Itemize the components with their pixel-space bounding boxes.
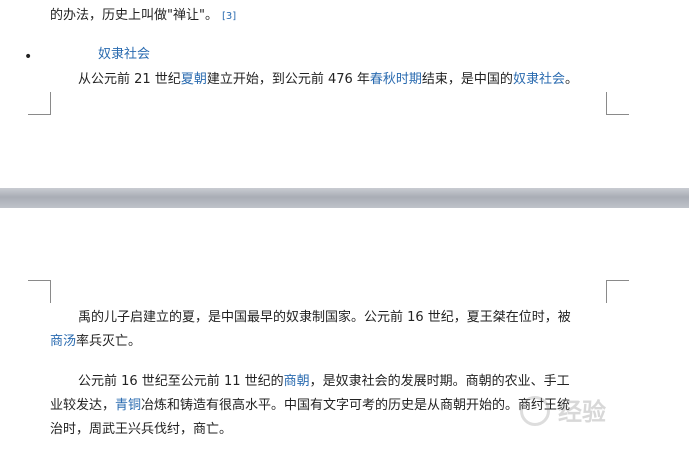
bronze-link[interactable]: 青铜 bbox=[115, 398, 141, 413]
paragraph-line: 禹的儿子启建立的夏，是中国最早的奴隶制国家。公元前 16 世纪，夏王桀在位时，被 bbox=[78, 310, 571, 325]
shang-dynasty-link[interactable]: 商朝 bbox=[284, 374, 310, 389]
document-page-top: 的办法，历史上叫做"禅让"。 [3] • 奴隶社会 从公元前 21 世纪夏朝建立开… bbox=[0, 0, 689, 188]
citation-link[interactable]: [3] bbox=[222, 11, 236, 22]
paragraph-line: 业较发达，青铜冶炼和铸造有很高水平。中国有文字可考的历史是从商朝开始的。商纣王统 bbox=[50, 396, 570, 416]
section-heading-link[interactable]: 奴隶社会 bbox=[98, 45, 150, 65]
paragraph-line: 商汤率兵灭亡。 bbox=[50, 332, 141, 352]
paragraph-text: 建立开始，到公元前 476 年 bbox=[206, 72, 370, 87]
watermark-logo-icon bbox=[520, 396, 550, 426]
xia-dynasty-link[interactable]: 夏朝 bbox=[181, 72, 207, 87]
carry-over-line: 的办法，历史上叫做"禅让"。 [3] bbox=[50, 6, 236, 27]
crop-mark-icon bbox=[606, 280, 629, 303]
bullet-icon: • bbox=[24, 49, 33, 65]
watermark: 经验 bbox=[520, 392, 689, 432]
carry-over-text: 的办法，历史上叫做"禅让"。 bbox=[50, 8, 218, 23]
paragraph-text: 业较发达， bbox=[50, 398, 116, 413]
paragraph-line: 公元前 16 世纪至公元前 11 世纪的商朝，是奴隶社会的发展时期。商朝的农业、… bbox=[78, 372, 570, 392]
paragraph-text: 结束，是中国的 bbox=[421, 72, 513, 87]
paragraph-text: 冶炼和铸造有很高水平。中国有文字可考的历史是从商朝开始的。商纣王统 bbox=[141, 398, 571, 413]
intro-paragraph: 从公元前 21 世纪夏朝建立开始，到公元前 476 年春秋时期结束，是中国的奴隶… bbox=[78, 70, 578, 90]
paragraph-text: 从公元前 21 世纪 bbox=[78, 72, 181, 87]
paragraph-text: 。 bbox=[564, 72, 578, 87]
paragraph-line: 治时，周武王兴兵伐纣，商亡。 bbox=[50, 422, 233, 437]
spring-autumn-link[interactable]: 春秋时期 bbox=[370, 72, 422, 87]
crop-mark-icon bbox=[28, 280, 51, 303]
crop-mark-icon bbox=[28, 92, 51, 115]
page-separator bbox=[0, 188, 689, 208]
paragraph-text: 率兵灭亡。 bbox=[76, 334, 142, 349]
crop-mark-icon bbox=[606, 92, 629, 115]
paragraph-text: 公元前 16 世纪至公元前 11 世纪的 bbox=[78, 374, 284, 389]
shang-tang-link[interactable]: 商汤 bbox=[50, 334, 76, 349]
paragraph-text: ，是奴隶社会的发展时期。商朝的农业、手工 bbox=[309, 374, 570, 389]
watermark-text: 经验 bbox=[558, 398, 606, 426]
slave-society-link[interactable]: 奴隶社会 bbox=[513, 72, 565, 87]
